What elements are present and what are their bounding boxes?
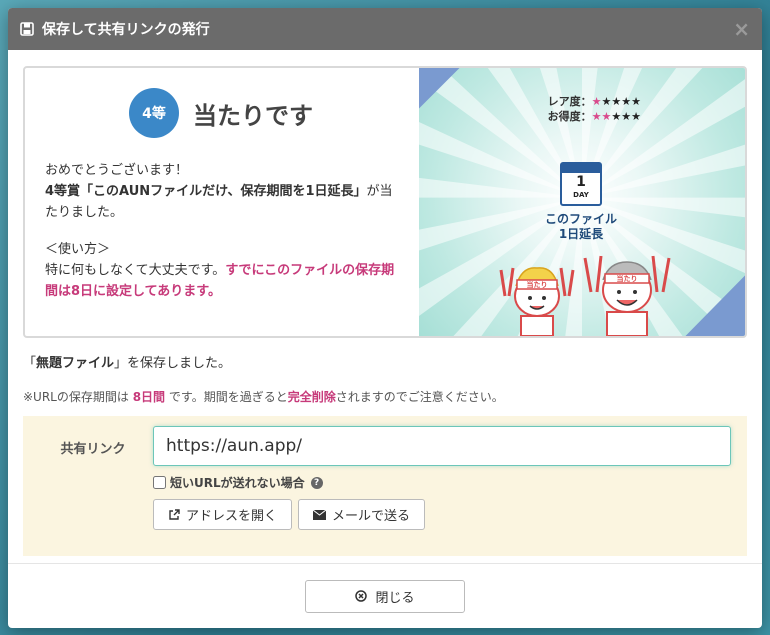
expiry-middle: です。期間を過ぎると — [168, 390, 288, 404]
save-share-dialog: 保存して共有リンクの発行 × 4等 当たりです おめでとうございます！ 4等賞「… — [8, 8, 762, 628]
open-address-label: アドレスを開く — [186, 509, 278, 524]
rarity-star: ★ — [631, 95, 641, 108]
usage-plain: 特に何もしなくて大丈夫です。 — [45, 263, 226, 278]
prize-illustration: レア度：★★★★★ お得度：★★★★★ 1 DAY このファイル 1日延長 当た… — [419, 68, 745, 336]
rarity-label: レア度： — [547, 95, 592, 108]
value-star: ★ — [621, 110, 632, 123]
envelope-icon — [313, 509, 327, 520]
close-button-label: 閉じる — [375, 590, 415, 606]
prize-heading: 4等 当たりです — [45, 88, 397, 138]
open-address-button[interactable]: アドレスを開く — [153, 499, 293, 530]
short-url-checkbox[interactable] — [153, 476, 166, 489]
value-label: お得度： — [547, 110, 592, 123]
caption-line2: 1日延長 — [558, 227, 604, 241]
expiry-period: 8日間 — [132, 390, 166, 404]
saved-suffix: 」を保存しました。 — [114, 356, 232, 371]
value-rating: お得度：★★★★★ — [548, 109, 641, 124]
help-icon[interactable]: ? — [310, 476, 323, 489]
headband-text-left: 当たり — [527, 280, 548, 289]
close-button[interactable]: 閉じる — [305, 579, 465, 613]
send-mail-label: メールで送る — [332, 509, 411, 524]
value-star: ★ — [591, 110, 602, 123]
short-url-label: 短いURLが送れない場合 — [170, 476, 305, 490]
calendar-graphic: 1 DAY このファイル 1日延長 — [541, 162, 621, 242]
caption-line1: このファイル — [544, 212, 617, 226]
external-link-icon — [169, 508, 180, 520]
close-icon[interactable]: × — [733, 19, 750, 39]
rarity-star: ★ — [611, 95, 622, 108]
prize-name: 4等賞「このAUNファイルだけ、保存期間を1日延長」 — [45, 184, 367, 199]
share-url-input[interactable] — [153, 426, 731, 466]
saved-prefix: 「 — [23, 356, 37, 371]
rarity-rating: レア度：★★★★★ — [548, 94, 641, 109]
usage-title: ＜使い方＞ — [45, 242, 111, 257]
value-star: ★ — [611, 110, 622, 123]
dialog-header: 保存して共有リンクの発行 × — [8, 8, 762, 50]
share-link-section: 共有リンク 短いURLが送れない場合 ? アドレスを開く — [23, 416, 747, 556]
expiry-prefix: ※URLの保存期間は — [23, 390, 129, 404]
expiry-deletion: 完全削除 — [287, 390, 336, 404]
ratings: レア度：★★★★★ お得度：★★★★★ — [548, 94, 641, 124]
value-star: ★ — [601, 110, 612, 123]
value-star: ★ — [631, 110, 641, 123]
saved-filename: 無題ファイル — [36, 356, 115, 371]
rarity-star: ★ — [591, 95, 602, 108]
send-mail-button[interactable]: メールで送る — [298, 499, 426, 530]
prize-card: 4等 当たりです おめでとうございます！ 4等賞「このAUNファイルだけ、保存期… — [23, 66, 747, 338]
calendar-caption: このファイル 1日延長 — [541, 212, 621, 242]
prize-info: 4等 当たりです おめでとうございます！ 4等賞「このAUNファイルだけ、保存期… — [25, 68, 419, 336]
floppy-disk-icon — [20, 22, 34, 36]
prize-message: おめでとうございます！ 4等賞「このAUNファイルだけ、保存期間を1日延長」が当… — [45, 160, 397, 302]
cheering-character-left: 当たり — [499, 267, 575, 336]
share-actions: アドレスを開く メールで送る — [153, 499, 737, 530]
rarity-star: ★ — [601, 95, 612, 108]
expiry-suffix: されますのでご注意ください。 — [335, 390, 504, 404]
calendar-icon: 1 DAY — [560, 162, 602, 206]
expiry-notice: ※URLの保存期間は 8日間 です。期間を過ぎると完全削除されますのでご注意くだ… — [23, 388, 747, 405]
headband-text-right: 当たり — [617, 274, 638, 283]
rank-badge: 4等 — [129, 88, 179, 138]
share-controls: 短いURLが送れない場合 ? アドレスを開く — [153, 426, 737, 556]
calendar-number: 1 — [576, 174, 586, 190]
saved-message: 「無題ファイル」を保存しました。 — [23, 352, 747, 371]
share-link-label: 共有リンク — [60, 442, 126, 457]
close-circle-icon — [355, 590, 368, 602]
dialog-body: 4等 当たりです おめでとうございます！ 4等賞「このAUNファイルだけ、保存期… — [8, 50, 762, 556]
calendar-unit: DAY — [573, 191, 589, 199]
short-url-option[interactable]: 短いURLが送れない場合 ? — [153, 474, 737, 491]
prize-title: 当たりです — [193, 101, 313, 130]
cheering-character-right: 当たり — [583, 255, 671, 336]
dialog-footer: 閉じる — [8, 563, 762, 628]
usage-text: 特に何もしなくて大丈夫です。すでにこのファイルの保存期間は8日に設定してあります… — [45, 260, 397, 302]
rarity-star: ★ — [621, 95, 632, 108]
dialog-title: 保存して共有リンクの発行 — [42, 22, 210, 38]
prize-description: 4等賞「このAUNファイルだけ、保存期間を1日延長」が当たりました。 — [45, 181, 397, 223]
congrats-text: おめでとうございます！ — [45, 163, 189, 178]
